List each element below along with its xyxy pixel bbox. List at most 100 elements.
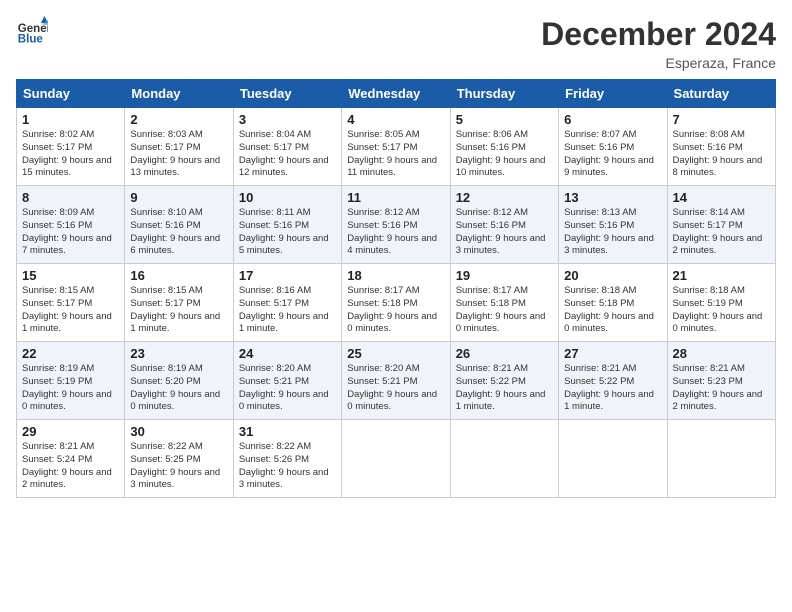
table-row: 31 Sunrise: 8:22 AM Sunset: 5:26 PM Dayli… — [233, 420, 341, 498]
cell-info: Sunrise: 8:22 AM Sunset: 5:26 PM Dayligh… — [239, 441, 336, 492]
cell-info: Sunrise: 8:16 AM Sunset: 5:17 PM Dayligh… — [239, 285, 336, 336]
page-header: General Blue General Blue December 2024 … — [16, 16, 776, 71]
day-number: 6 — [564, 112, 661, 127]
day-number: 12 — [456, 190, 553, 205]
col-friday: Friday — [559, 80, 667, 108]
month-title: December 2024 — [541, 16, 776, 53]
table-row: 27 Sunrise: 8:21 AM Sunset: 5:22 PM Dayli… — [559, 342, 667, 420]
table-row: 20 Sunrise: 8:18 AM Sunset: 5:18 PM Dayli… — [559, 264, 667, 342]
day-number: 16 — [130, 268, 227, 283]
col-sunday: Sunday — [17, 80, 125, 108]
logo: General Blue General Blue — [16, 16, 48, 48]
col-saturday: Saturday — [667, 80, 775, 108]
table-row — [559, 420, 667, 498]
day-number: 13 — [564, 190, 661, 205]
title-block: December 2024 Esperaza, France — [541, 16, 776, 71]
table-row: 28 Sunrise: 8:21 AM Sunset: 5:23 PM Dayli… — [667, 342, 775, 420]
calendar-week-row: 1Sunrise: 8:02 AM Sunset: 5:17 PM Daylig… — [17, 108, 776, 186]
col-thursday: Thursday — [450, 80, 558, 108]
cell-info: Sunrise: 8:21 AM Sunset: 5:23 PM Dayligh… — [673, 363, 770, 414]
day-number: 7 — [673, 112, 770, 127]
table-row: 21 Sunrise: 8:18 AM Sunset: 5:19 PM Dayli… — [667, 264, 775, 342]
cell-info: Sunrise: 8:07 AM Sunset: 5:16 PM Dayligh… — [564, 129, 661, 180]
table-row: 10Sunrise: 8:11 AM Sunset: 5:16 PM Dayli… — [233, 186, 341, 264]
cell-info: Sunrise: 8:04 AM Sunset: 5:17 PM Dayligh… — [239, 129, 336, 180]
day-number: 17 — [239, 268, 336, 283]
cell-info: Sunrise: 8:03 AM Sunset: 5:17 PM Dayligh… — [130, 129, 227, 180]
col-wednesday: Wednesday — [342, 80, 450, 108]
cell-info: Sunrise: 8:18 AM Sunset: 5:19 PM Dayligh… — [673, 285, 770, 336]
day-number: 19 — [456, 268, 553, 283]
day-number: 18 — [347, 268, 444, 283]
cell-info: Sunrise: 8:21 AM Sunset: 5:24 PM Dayligh… — [22, 441, 119, 492]
calendar-week-row: 15 Sunrise: 8:15 AM Sunset: 5:17 PM Dayli… — [17, 264, 776, 342]
table-row: 7 Sunrise: 8:08 AM Sunset: 5:16 PM Daylig… — [667, 108, 775, 186]
cell-info: Sunrise: 8:21 AM Sunset: 5:22 PM Dayligh… — [456, 363, 553, 414]
day-number: 8 — [22, 190, 119, 205]
cell-info: Sunrise: 8:15 AM Sunset: 5:17 PM Dayligh… — [22, 285, 119, 336]
cell-info: Sunrise: 8:17 AM Sunset: 5:18 PM Dayligh… — [347, 285, 444, 336]
cell-info: Sunrise: 8:20 AM Sunset: 5:21 PM Dayligh… — [347, 363, 444, 414]
day-number: 4 — [347, 112, 444, 127]
table-row: 22 Sunrise: 8:19 AM Sunset: 5:19 PM Dayli… — [17, 342, 125, 420]
cell-info: Sunrise: 8:21 AM Sunset: 5:22 PM Dayligh… — [564, 363, 661, 414]
day-number: 20 — [564, 268, 661, 283]
table-row: 11Sunrise: 8:12 AM Sunset: 5:16 PM Dayli… — [342, 186, 450, 264]
day-number: 21 — [673, 268, 770, 283]
cell-info: Sunrise: 8:06 AM Sunset: 5:16 PM Dayligh… — [456, 129, 553, 180]
table-row: 16 Sunrise: 8:15 AM Sunset: 5:17 PM Dayli… — [125, 264, 233, 342]
day-number: 5 — [456, 112, 553, 127]
table-row: 6 Sunrise: 8:07 AM Sunset: 5:16 PM Daylig… — [559, 108, 667, 186]
table-row: 23Sunrise: 8:19 AM Sunset: 5:20 PM Dayli… — [125, 342, 233, 420]
svg-text:Blue: Blue — [18, 34, 44, 46]
cell-info: Sunrise: 8:13 AM Sunset: 5:16 PM Dayligh… — [564, 207, 661, 258]
table-row: 26 Sunrise: 8:21 AM Sunset: 5:22 PM Dayli… — [450, 342, 558, 420]
calendar-week-row: 22 Sunrise: 8:19 AM Sunset: 5:19 PM Dayli… — [17, 342, 776, 420]
cell-info: Sunrise: 8:05 AM Sunset: 5:17 PM Dayligh… — [347, 129, 444, 180]
table-row: 9 Sunrise: 8:10 AM Sunset: 5:16 PM Daylig… — [125, 186, 233, 264]
table-row: 19Sunrise: 8:17 AM Sunset: 5:18 PM Dayli… — [450, 264, 558, 342]
day-number: 11 — [347, 190, 444, 205]
cell-info: Sunrise: 8:15 AM Sunset: 5:17 PM Dayligh… — [130, 285, 227, 336]
table-row: 15 Sunrise: 8:15 AM Sunset: 5:17 PM Dayli… — [17, 264, 125, 342]
col-tuesday: Tuesday — [233, 80, 341, 108]
col-monday: Monday — [125, 80, 233, 108]
cell-info: Sunrise: 8:10 AM Sunset: 5:16 PM Dayligh… — [130, 207, 227, 258]
cell-info: Sunrise: 8:20 AM Sunset: 5:21 PM Dayligh… — [239, 363, 336, 414]
day-number: 3 — [239, 112, 336, 127]
cell-info: Sunrise: 8:18 AM Sunset: 5:18 PM Dayligh… — [564, 285, 661, 336]
table-row: 1Sunrise: 8:02 AM Sunset: 5:17 PM Daylig… — [17, 108, 125, 186]
day-number: 27 — [564, 346, 661, 361]
cell-info: Sunrise: 8:14 AM Sunset: 5:17 PM Dayligh… — [673, 207, 770, 258]
location: Esperaza, France — [541, 55, 776, 71]
day-number: 15 — [22, 268, 119, 283]
day-number: 28 — [673, 346, 770, 361]
logo-icon: General Blue — [16, 16, 48, 48]
table-row: 14Sunrise: 8:14 AM Sunset: 5:17 PM Dayli… — [667, 186, 775, 264]
day-number: 9 — [130, 190, 227, 205]
table-row: 30Sunrise: 8:22 AM Sunset: 5:25 PM Dayli… — [125, 420, 233, 498]
table-row: 3 Sunrise: 8:04 AM Sunset: 5:17 PM Daylig… — [233, 108, 341, 186]
calendar-table: Sunday Monday Tuesday Wednesday Thursday… — [16, 79, 776, 498]
table-row: 25 Sunrise: 8:20 AM Sunset: 5:21 PM Dayli… — [342, 342, 450, 420]
day-number: 22 — [22, 346, 119, 361]
day-number: 26 — [456, 346, 553, 361]
cell-info: Sunrise: 8:19 AM Sunset: 5:20 PM Dayligh… — [130, 363, 227, 414]
day-number: 25 — [347, 346, 444, 361]
table-row: 17 Sunrise: 8:16 AM Sunset: 5:17 PM Dayli… — [233, 264, 341, 342]
cell-info: Sunrise: 8:19 AM Sunset: 5:19 PM Dayligh… — [22, 363, 119, 414]
table-row: 5 Sunrise: 8:06 AM Sunset: 5:16 PM Daylig… — [450, 108, 558, 186]
table-row: 24 Sunrise: 8:20 AM Sunset: 5:21 PM Dayli… — [233, 342, 341, 420]
day-number: 24 — [239, 346, 336, 361]
calendar-header-row: Sunday Monday Tuesday Wednesday Thursday… — [17, 80, 776, 108]
table-row — [667, 420, 775, 498]
table-row: 2Sunrise: 8:03 AM Sunset: 5:17 PM Daylig… — [125, 108, 233, 186]
cell-info: Sunrise: 8:08 AM Sunset: 5:16 PM Dayligh… — [673, 129, 770, 180]
table-row: 29Sunrise: 8:21 AM Sunset: 5:24 PM Dayli… — [17, 420, 125, 498]
day-number: 31 — [239, 424, 336, 439]
day-number: 10 — [239, 190, 336, 205]
table-row — [450, 420, 558, 498]
table-row: 13 Sunrise: 8:13 AM Sunset: 5:16 PM Dayli… — [559, 186, 667, 264]
table-row: 18 Sunrise: 8:17 AM Sunset: 5:18 PM Dayli… — [342, 264, 450, 342]
cell-info: Sunrise: 8:02 AM Sunset: 5:17 PM Dayligh… — [22, 129, 119, 180]
